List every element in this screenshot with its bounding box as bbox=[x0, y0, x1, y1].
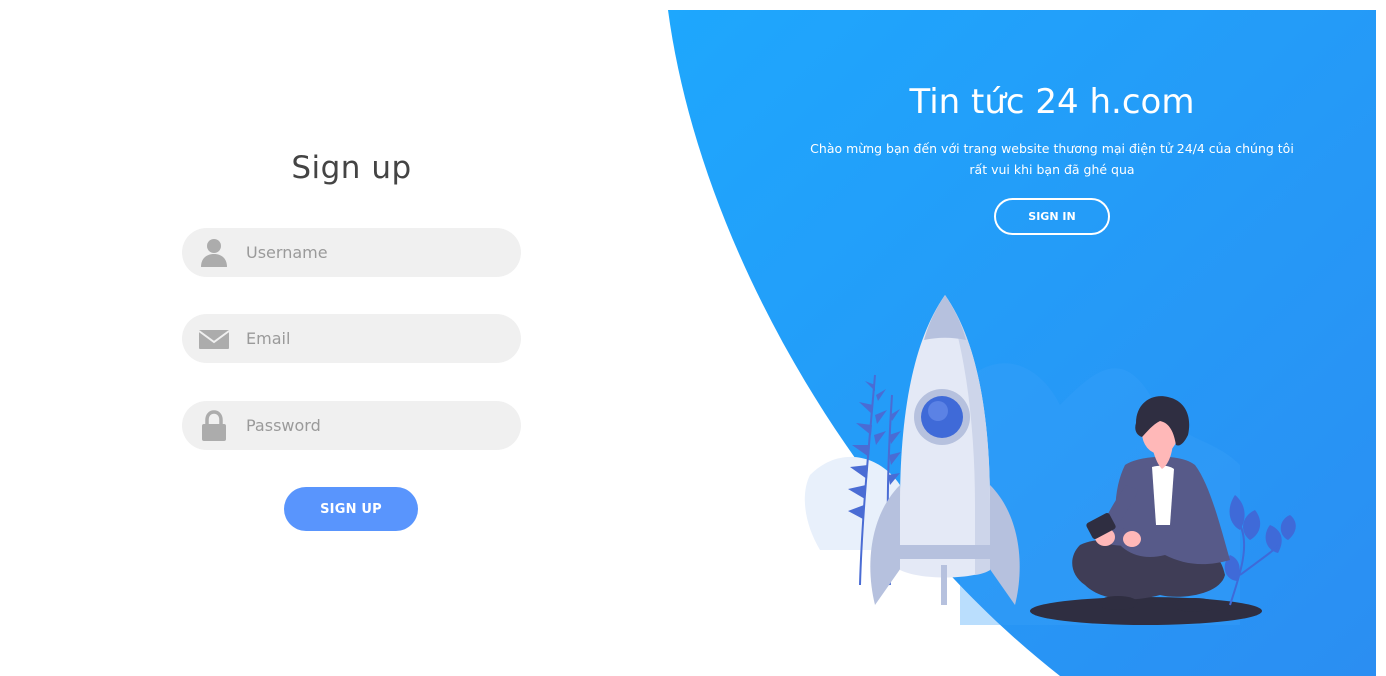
rocket-illustration bbox=[804, 295, 1296, 625]
username-field[interactable] bbox=[182, 228, 521, 277]
brand-title: Tin tức 24 h.com bbox=[909, 82, 1195, 122]
password-field[interactable] bbox=[182, 401, 521, 450]
form-title: Sign up bbox=[291, 150, 412, 186]
welcome-description: Chào mừng bạn đến với trang website thươ… bbox=[810, 141, 1294, 177]
password-input[interactable] bbox=[246, 401, 501, 450]
username-input[interactable] bbox=[246, 228, 501, 277]
email-input[interactable] bbox=[246, 314, 501, 363]
welcome-content: Tin tức 24 h.com Chào mừng bạn đến với t… bbox=[800, 78, 1304, 235]
signup-page: Tin tức 24 h.com Chào mừng bạn đến với t… bbox=[0, 0, 1386, 676]
envelope-icon bbox=[198, 330, 230, 349]
sign-in-button[interactable]: SIGN IN bbox=[994, 198, 1110, 235]
email-field[interactable] bbox=[182, 314, 521, 363]
user-icon bbox=[201, 239, 227, 267]
lock-icon bbox=[202, 410, 226, 441]
sign-up-button[interactable]: SIGN UP bbox=[284, 487, 418, 531]
